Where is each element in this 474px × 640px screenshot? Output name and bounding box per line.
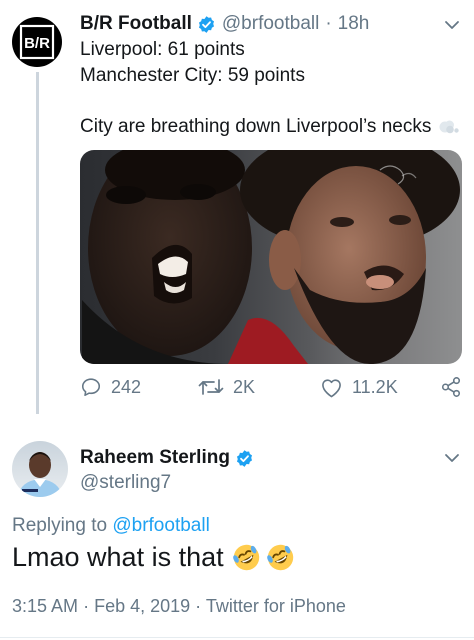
share-action[interactable] bbox=[440, 372, 471, 402]
retweet-action[interactable]: 2K bbox=[198, 372, 255, 402]
heart-icon bbox=[322, 378, 341, 397]
reply-action[interactable]: 242 bbox=[80, 372, 141, 402]
tweet-time[interactable]: 18h bbox=[338, 13, 370, 35]
retweet-icon bbox=[198, 379, 224, 395]
chevron-down-icon[interactable] bbox=[444, 19, 460, 31]
tweet-text-line-3: City are breathing down Liverpool’s neck… bbox=[80, 115, 460, 139]
reply-date[interactable]: Feb 4, 2019 bbox=[94, 596, 190, 616]
br-logo-icon: B/R bbox=[19, 24, 55, 60]
author-name[interactable]: B/R Football bbox=[80, 13, 192, 35]
reply-body: Lmao what is that bbox=[12, 540, 295, 574]
avatar-photo-graphic bbox=[18, 452, 62, 497]
tweet-text-line-3-text: City are breathing down Liverpool’s neck… bbox=[80, 116, 432, 137]
tweet-header: B/R Football @brfootball · 18h bbox=[80, 11, 369, 37]
tweet-meta: 3:15 AM · Feb 4, 2019 · Twitter for iPho… bbox=[12, 596, 346, 617]
replying-prefix: Replying to bbox=[12, 515, 108, 536]
verified-badge-icon bbox=[236, 449, 252, 467]
rofl-emoji-icon bbox=[266, 544, 293, 570]
tweet-text-line-2: Manchester City: 59 points bbox=[80, 65, 305, 86]
media-photo-graphic bbox=[82, 150, 460, 364]
reply-text: Lmao what is that bbox=[12, 541, 224, 572]
rofl-emoji-icon bbox=[232, 544, 259, 570]
reply-timestamp[interactable]: 3:15 AM bbox=[12, 596, 78, 616]
reply-client[interactable]: Twitter for iPhone bbox=[206, 596, 346, 616]
reply-icon bbox=[81, 378, 101, 397]
tweet-text-line-1: Liverpool: 61 points bbox=[80, 39, 245, 60]
replying-to-mention[interactable]: @brfootball bbox=[112, 515, 209, 536]
replying-to: Replying to @brfootball bbox=[12, 515, 210, 537]
raheem-sterling-avatar[interactable] bbox=[12, 441, 68, 497]
svg-text:B/R: B/R bbox=[24, 35, 50, 52]
divider bbox=[0, 637, 474, 638]
like-action[interactable]: 11.2K bbox=[320, 372, 398, 402]
br-football-avatar[interactable]: B/R bbox=[12, 17, 62, 67]
reply-author-header: Raheem Sterling bbox=[80, 445, 260, 471]
thread-line bbox=[36, 72, 39, 414]
separator-dot: · bbox=[83, 596, 90, 616]
verified-badge-icon bbox=[198, 15, 214, 33]
reply-count: 242 bbox=[111, 376, 142, 397]
dashing-away-icon bbox=[439, 120, 460, 134]
author-handle[interactable]: @brfootball bbox=[222, 13, 319, 35]
share-icon bbox=[441, 377, 461, 397]
tweet-media-image[interactable] bbox=[80, 150, 462, 364]
reply-author-handle[interactable]: @sterling7 bbox=[80, 472, 171, 494]
chevron-down-icon[interactable] bbox=[444, 452, 460, 464]
separator-dot: · bbox=[325, 13, 332, 34]
reply-author-name[interactable]: Raheem Sterling bbox=[80, 447, 230, 469]
retweet-count: 2K bbox=[233, 376, 256, 397]
like-count: 11.2K bbox=[352, 376, 398, 397]
separator-dot: · bbox=[195, 596, 202, 616]
